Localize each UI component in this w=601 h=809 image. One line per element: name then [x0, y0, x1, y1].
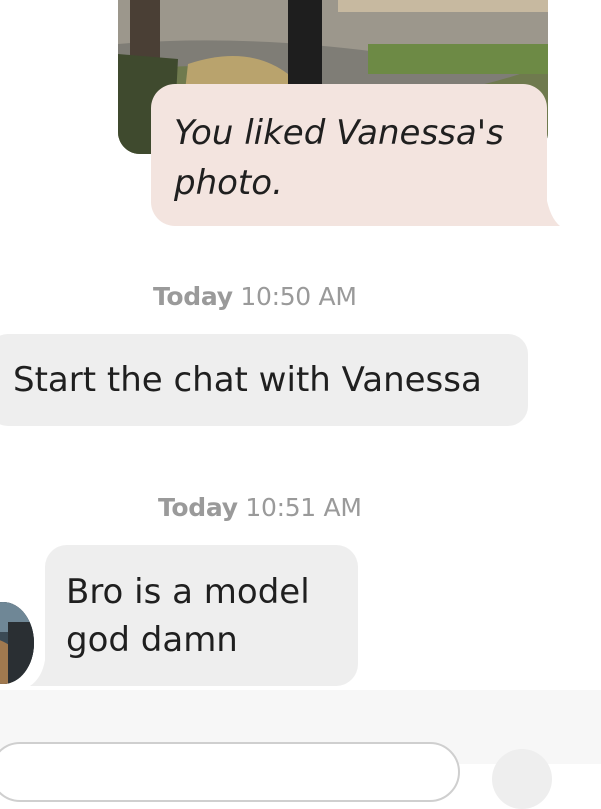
timestamp-day: Today: [158, 493, 238, 522]
timestamp-day: Today: [153, 282, 233, 311]
timestamp-time: 10:50 AM: [240, 282, 357, 311]
bubble-tail-icon: [30, 660, 50, 686]
message-input[interactable]: [0, 742, 460, 802]
chat-thread: You liked Vanessa's photo. Today 10:50 A…: [0, 0, 601, 690]
vanessa-avatar[interactable]: [0, 602, 34, 684]
bubble-tail-icon: [540, 196, 560, 226]
timestamp: Today 10:50 AM: [153, 282, 357, 311]
like-notice-text: You liked Vanessa's photo.: [174, 113, 504, 203]
system-prompt-text: Start the chat with Vanessa: [13, 360, 482, 400]
send-button[interactable]: [492, 749, 552, 809]
message-text: Bro is a model god damn: [66, 572, 310, 660]
timestamp-time: 10:51 AM: [245, 493, 362, 522]
timestamp: Today 10:51 AM: [158, 493, 362, 522]
